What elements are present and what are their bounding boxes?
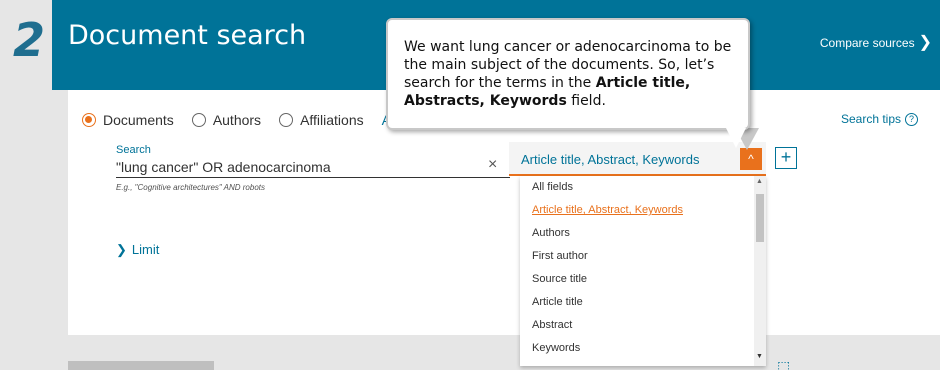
radio-authors[interactable]: Authors [191, 112, 262, 128]
chat-icon[interactable]: ⬚ [777, 358, 790, 370]
compare-sources-label: Compare sources [819, 36, 915, 50]
step-number: 2 [12, 13, 45, 67]
radio-label: Authors [212, 112, 262, 128]
chevron-right-icon: ❯ [116, 242, 127, 257]
limit-label: Limit [131, 242, 160, 257]
radio-label: Documents [103, 112, 174, 128]
dropdown-option-title-abs-key[interactable]: Article title, Abstract, Keywords [520, 199, 766, 222]
limit-toggle[interactable]: ❯ Limit [116, 242, 159, 258]
compare-sources-link[interactable]: Compare sources ❯ [819, 34, 932, 51]
dropdown-option-abstract[interactable]: Abstract [520, 314, 766, 337]
field-select-value: Article title, Abstract, Keywords [521, 152, 700, 167]
help-icon: ? [905, 112, 918, 126]
radio-label: Affiliations [300, 112, 364, 128]
radio-unchecked-icon [191, 113, 206, 127]
search-type-radios: Documents Authors Affiliations A [82, 112, 391, 128]
callout-text: We want lung cancer or adenocarcinoma to… [404, 39, 732, 109]
search-tips-link[interactable]: Search tips ? [841, 112, 918, 126]
dropdown-scrollbar[interactable]: ▲ ▼ [754, 176, 766, 366]
radio-unchecked-icon [279, 113, 294, 127]
dropdown-option-source-title[interactable]: Source title [520, 268, 766, 291]
search-input[interactable] [116, 156, 510, 178]
field-dropdown: All fields Article title, Abstract, Keyw… [520, 176, 766, 366]
search-field-label: Search [116, 144, 151, 156]
bottom-button[interactable] [68, 361, 214, 370]
add-search-field-button[interactable]: + [775, 147, 797, 169]
radio-affiliations[interactable]: Affiliations [279, 112, 364, 128]
page-title: Document search [68, 20, 307, 51]
dropdown-option-article-title[interactable]: Article title [520, 291, 766, 314]
chevron-right-icon: ❯ [918, 34, 932, 51]
tutorial-callout: We want lung cancer or adenocarcinoma to… [386, 18, 750, 148]
search-example: E.g., "Cognitive architectures" AND robo… [116, 183, 265, 192]
radio-documents[interactable]: Documents [82, 112, 174, 128]
dropdown-option-authors[interactable]: Authors [520, 222, 766, 245]
clear-icon[interactable]: × [488, 156, 497, 174]
scroll-down-icon[interactable]: ▼ [756, 353, 763, 360]
dropdown-option-first-author[interactable]: First author [520, 245, 766, 268]
dropdown-option-all-fields[interactable]: All fields [520, 176, 766, 199]
scrollbar-thumb[interactable] [756, 194, 764, 242]
scroll-up-icon[interactable]: ▲ [756, 178, 763, 185]
radio-checked-icon [82, 113, 96, 127]
search-tips-label: Search tips [840, 112, 901, 126]
chevron-up-icon[interactable]: ^ [740, 148, 762, 170]
dropdown-option-keywords[interactable]: Keywords [520, 337, 766, 360]
